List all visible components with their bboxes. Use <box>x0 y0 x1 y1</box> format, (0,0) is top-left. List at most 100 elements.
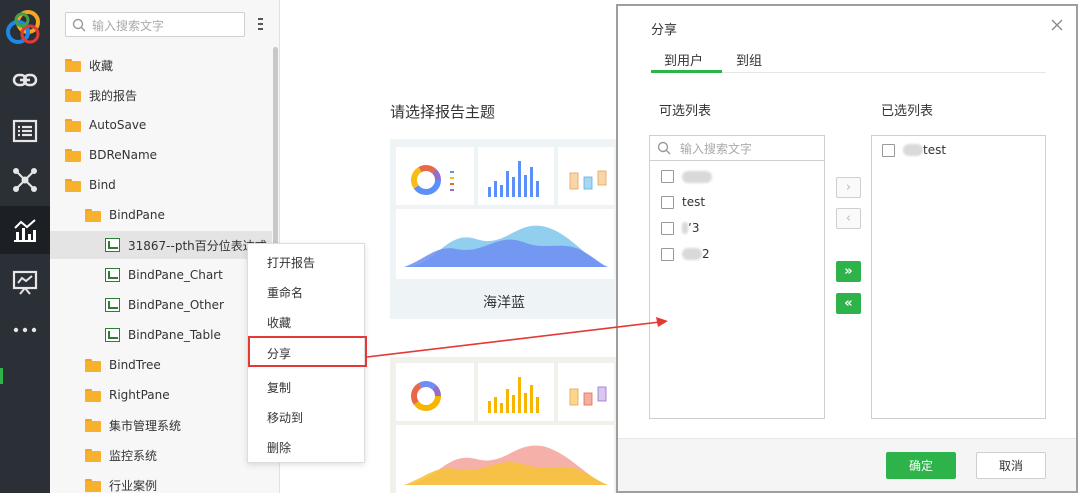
list-item[interactable]: 2 <box>661 247 710 261</box>
list-item[interactable]: ʼ3 <box>661 221 699 235</box>
tree-node-label: RightPane <box>109 388 170 402</box>
move-right-button[interactable]: › <box>836 177 861 198</box>
checkbox[interactable] <box>661 247 674 261</box>
tree-node-label: 行业案例 <box>109 478 158 493</box>
selected-list: test <box>871 135 1046 419</box>
tree-node[interactable]: AutoSave <box>65 113 146 137</box>
theme-preview-box <box>558 147 614 205</box>
close-icon[interactable] <box>1050 18 1064 32</box>
menu-item-favorite[interactable]: 收藏 <box>267 314 291 331</box>
bar-preview-icon <box>488 161 539 197</box>
tree-search-input[interactable]: 输入搜索文字 <box>65 12 245 37</box>
tree-node-label: BDReName <box>89 148 158 162</box>
tree-node[interactable]: Bind <box>65 173 116 197</box>
folder-icon <box>85 478 101 492</box>
theme-preview-bars <box>478 147 554 205</box>
list-item-label: ʼ3 <box>688 221 700 235</box>
tree-node[interactable]: BindPane <box>85 203 165 227</box>
tree-menu-icon[interactable] <box>254 15 266 35</box>
tree-node[interactable]: 行业案例 <box>85 473 157 493</box>
move-all-left-button[interactable]: « <box>836 293 861 314</box>
tree-node-label: 监控系统 <box>109 448 158 463</box>
checkbox[interactable] <box>661 195 674 209</box>
tree-node-label: BindPane <box>109 208 165 222</box>
tree-node-label: BindTree <box>109 358 161 372</box>
folder-icon <box>65 148 81 162</box>
menu-item-rename[interactable]: 重命名 <box>267 284 303 301</box>
folder-icon <box>65 118 81 132</box>
link-icon <box>12 73 38 87</box>
menu-item-open[interactable]: 打开报告 <box>267 254 315 271</box>
tree-node[interactable]: 收藏 <box>65 53 113 77</box>
share-highlight-box <box>248 336 367 367</box>
tree-node-label: Bind <box>89 178 116 192</box>
selected-list-label: 已选列表 <box>881 104 934 119</box>
move-all-right-button[interactable]: » <box>836 261 861 282</box>
list-item[interactable]: test <box>661 195 705 209</box>
rail-report-button[interactable] <box>0 206 50 254</box>
tree-node[interactable]: BDReName <box>65 143 157 167</box>
report-icon <box>105 298 120 312</box>
folder-icon <box>65 58 81 72</box>
app-logo-icon <box>6 10 40 44</box>
theme-preview-area <box>396 209 614 279</box>
nav-rail <box>0 0 50 493</box>
folder-icon <box>85 448 101 462</box>
menu-item-move[interactable]: 移动到 <box>267 409 303 426</box>
tree-node-label: 集市管理系统 <box>109 418 182 433</box>
available-list-label: 可选列表 <box>659 104 712 119</box>
ok-button[interactable]: 确定 <box>886 452 956 479</box>
report-icon <box>105 328 120 342</box>
tree-node[interactable]: RightPane <box>85 383 170 407</box>
boxplot-preview-icon <box>569 170 607 190</box>
tree-node[interactable]: 监控系统 <box>85 443 157 467</box>
folder-icon <box>85 418 101 432</box>
tree-node[interactable]: BindPane_Chart <box>105 263 223 287</box>
checkbox[interactable] <box>661 170 674 183</box>
rail-more-button[interactable] <box>0 306 50 354</box>
available-search-placeholder: 输入搜索文字 <box>680 142 753 156</box>
tree-node-selected[interactable]: 31867--pth百分位表达式 <box>50 231 272 259</box>
list-item-label: 2 <box>702 247 710 261</box>
tree-node-label: BindPane_Chart <box>128 268 223 282</box>
menu-item-copy[interactable]: 复制 <box>267 379 291 396</box>
tree-node-label: BindPane_Other <box>128 298 224 312</box>
file-tree-panel: 输入搜索文字 收藏 我的报告 AutoSave BDReName Bind Bi… <box>50 0 280 493</box>
rail-link-button[interactable] <box>0 56 50 104</box>
list-item[interactable]: test <box>882 143 946 157</box>
tree-node[interactable]: 我的报告 <box>65 83 137 107</box>
rail-network-button[interactable] <box>0 156 50 204</box>
tree-node[interactable]: BindPane_Other <box>105 293 224 317</box>
rail-list-button[interactable] <box>0 107 50 155</box>
tree-node-label: 31867--pth百分位表达式 <box>128 238 267 253</box>
move-left-button[interactable]: ‹ <box>836 208 861 229</box>
redacted-text <box>682 222 688 234</box>
report-icon <box>105 268 120 282</box>
rail-dashboard-button[interactable] <box>0 258 50 306</box>
tab-to-user[interactable]: 到用户 <box>664 50 703 69</box>
checkbox[interactable] <box>882 143 895 157</box>
tree-node[interactable]: BindPane_Table <box>105 323 221 347</box>
cancel-button[interactable]: 取消 <box>976 452 1046 479</box>
menu-item-delete[interactable]: 删除 <box>267 439 291 456</box>
checkbox[interactable] <box>661 221 674 235</box>
list-item[interactable] <box>661 170 712 183</box>
theme-preview-donut <box>396 147 474 205</box>
theme-card-ocean[interactable]: 海洋蓝 <box>390 139 618 319</box>
list-item-label: test <box>682 195 706 209</box>
tree-node[interactable]: BindTree <box>85 353 161 377</box>
theme-card-sunny[interactable] <box>390 357 618 493</box>
page-title: 请选择报告主题 <box>390 103 496 121</box>
tree-node[interactable]: 集市管理系统 <box>85 413 181 437</box>
theme-preview-area <box>396 425 614 493</box>
bar-preview-icon <box>488 377 539 413</box>
search-icon <box>72 18 86 32</box>
search-icon <box>657 141 671 155</box>
tab-to-group[interactable]: 到组 <box>736 50 762 69</box>
available-search-input[interactable]: 输入搜索文字 <box>650 136 824 161</box>
folder-icon <box>85 208 101 222</box>
theme-name-label: 海洋蓝 <box>483 295 525 311</box>
theme-preview-donut <box>396 363 474 421</box>
tree-node-label: AutoSave <box>89 118 147 132</box>
folder-icon <box>65 178 81 192</box>
